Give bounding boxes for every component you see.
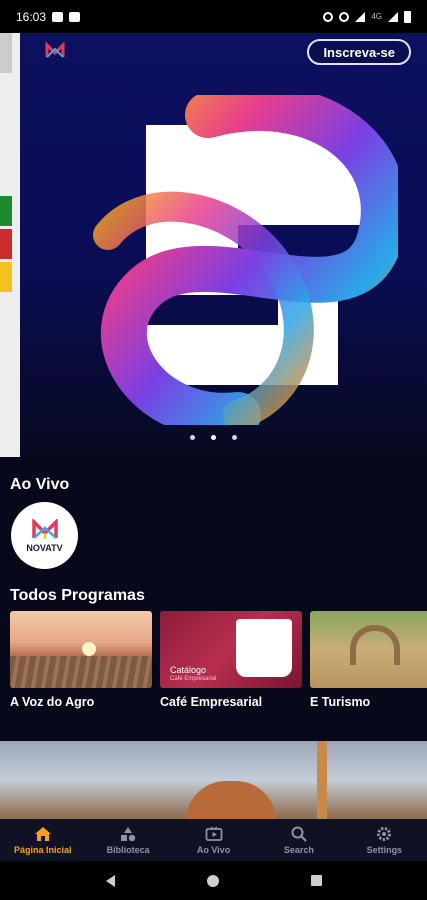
programs-section-title: Todos Programas [10, 587, 145, 604]
system-navigation-bar [0, 861, 427, 900]
hero-artwork-image [93, 95, 398, 425]
status-time: 16:03 [16, 9, 47, 24]
program-card[interactable]: E Turismo [310, 611, 427, 711]
carousel-dot[interactable] [232, 435, 237, 440]
app-logo-icon [45, 41, 65, 58]
signal-icon [388, 11, 398, 22]
channel-name: NOVATV [26, 542, 63, 553]
program-thumbnail[interactable]: Catálogo Café Empresarial [160, 611, 302, 688]
nav-item-search[interactable]: Search [256, 819, 341, 861]
thumbnail-subcaption: Café Empresarial [170, 676, 217, 682]
wifi-icon [355, 11, 366, 22]
programs-row[interactable]: A Voz do Agro Catálogo Café Empresarial … [10, 611, 427, 711]
program-title: E Turismo [310, 695, 371, 709]
nav-item-label: Biblioteca [106, 844, 150, 855]
carousel-dot-active[interactable] [211, 435, 216, 440]
nav-item-label: Página Inicial [13, 844, 72, 855]
subscribe-button[interactable]: Inscreva-se [307, 39, 411, 65]
home-button-icon[interactable] [206, 874, 219, 887]
carousel-indicator [0, 435, 427, 440]
live-channel-avatar[interactable]: NOVATV [11, 502, 78, 569]
tv-icon [52, 11, 64, 22]
featured-banner[interactable] [0, 741, 427, 819]
nav-item-home[interactable]: Página Inicial [0, 819, 85, 861]
program-thumbnail[interactable] [10, 611, 152, 688]
nav-item-label: Settings [366, 844, 403, 855]
live-section-title: Ao Vivo [10, 476, 70, 493]
program-title: A Voz do Agro [10, 695, 95, 709]
alarm-icon [323, 11, 334, 22]
nav-item-settings[interactable]: Settings [342, 819, 427, 861]
hero-carousel[interactable]: Inscreva-se [0, 33, 427, 457]
nav-item-library[interactable]: Biblioteca [85, 819, 170, 861]
nav-item-label: Ao Vivo [196, 844, 231, 855]
home-icon [34, 826, 51, 841]
program-card[interactable]: A Voz do Agro [10, 611, 152, 711]
gear-icon [377, 826, 392, 841]
search-icon [291, 826, 307, 842]
network-type: 4G [371, 12, 382, 21]
folder-icon [69, 11, 81, 22]
nav-item-label: Search [283, 844, 314, 855]
program-card[interactable]: Catálogo Café Empresarial Café Empresari… [160, 611, 302, 711]
carousel-dot[interactable] [190, 435, 195, 440]
program-title: Café Empresarial [160, 695, 263, 709]
thumbnail-caption: Catálogo [170, 665, 207, 675]
program-thumbnail[interactable] [310, 611, 427, 688]
shapes-icon [121, 826, 136, 841]
back-icon[interactable] [105, 874, 115, 887]
battery-icon [404, 10, 411, 23]
eye-icon [339, 11, 350, 22]
nav-item-live[interactable]: Ao Vivo [171, 819, 256, 861]
channel-logo-icon [31, 518, 58, 539]
tv-play-icon [205, 825, 222, 841]
bottom-navigation: Página Inicial Biblioteca Ao Vivo Search… [0, 819, 427, 861]
status-bar: 16:03 4G [0, 0, 427, 33]
previous-slide-peek[interactable] [0, 33, 20, 457]
recent-apps-icon[interactable] [310, 875, 322, 886]
